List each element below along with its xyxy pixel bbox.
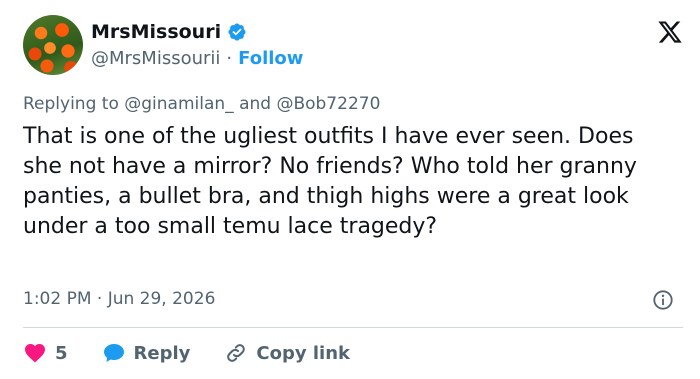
separator-dot: ·	[226, 48, 233, 69]
like-count: 5	[55, 342, 68, 364]
reply-button[interactable]: Reply	[102, 341, 191, 365]
speech-bubble-icon	[103, 344, 124, 362]
heart-icon	[25, 344, 45, 363]
copy-link-label: Copy link	[256, 342, 350, 364]
action-bar: 5 Reply Copy link	[23, 340, 384, 366]
like-button[interactable]: 5	[23, 341, 68, 365]
author-display-name[interactable]: MrsMissouri	[91, 21, 221, 43]
replying-prefix: Replying to	[23, 94, 119, 114]
author-handle[interactable]: @MrsMissourii	[91, 48, 220, 69]
avatar[interactable]	[23, 15, 83, 75]
reply-label: Reply	[133, 342, 191, 364]
follow-button[interactable]: Follow	[238, 48, 303, 69]
link-icon	[227, 344, 246, 362]
tweet-timestamp[interactable]: 1:02 PM · Jun 29, 2026	[23, 289, 215, 309]
divider	[23, 327, 683, 328]
tweet-body-text: That is one of the ugliest outfits I hav…	[23, 124, 637, 239]
copy-link-button[interactable]: Copy link	[224, 341, 350, 365]
x-logo-icon[interactable]	[657, 19, 683, 45]
tweet-header: MrsMissouri @MrsMissourii · Follow	[23, 15, 683, 77]
author-name-row: MrsMissouri	[91, 21, 247, 43]
replying-conjunction: and	[239, 94, 272, 114]
mention-link-2[interactable]: @Bob72270	[276, 94, 380, 114]
replying-to-line: Replying to @ginamilan_ and @Bob72270	[23, 94, 380, 114]
author-handle-row: @MrsMissourii · Follow	[91, 48, 303, 69]
info-icon[interactable]	[652, 289, 674, 311]
mention-link-1[interactable]: @ginamilan_	[124, 94, 233, 114]
verified-badge-icon	[228, 23, 246, 41]
